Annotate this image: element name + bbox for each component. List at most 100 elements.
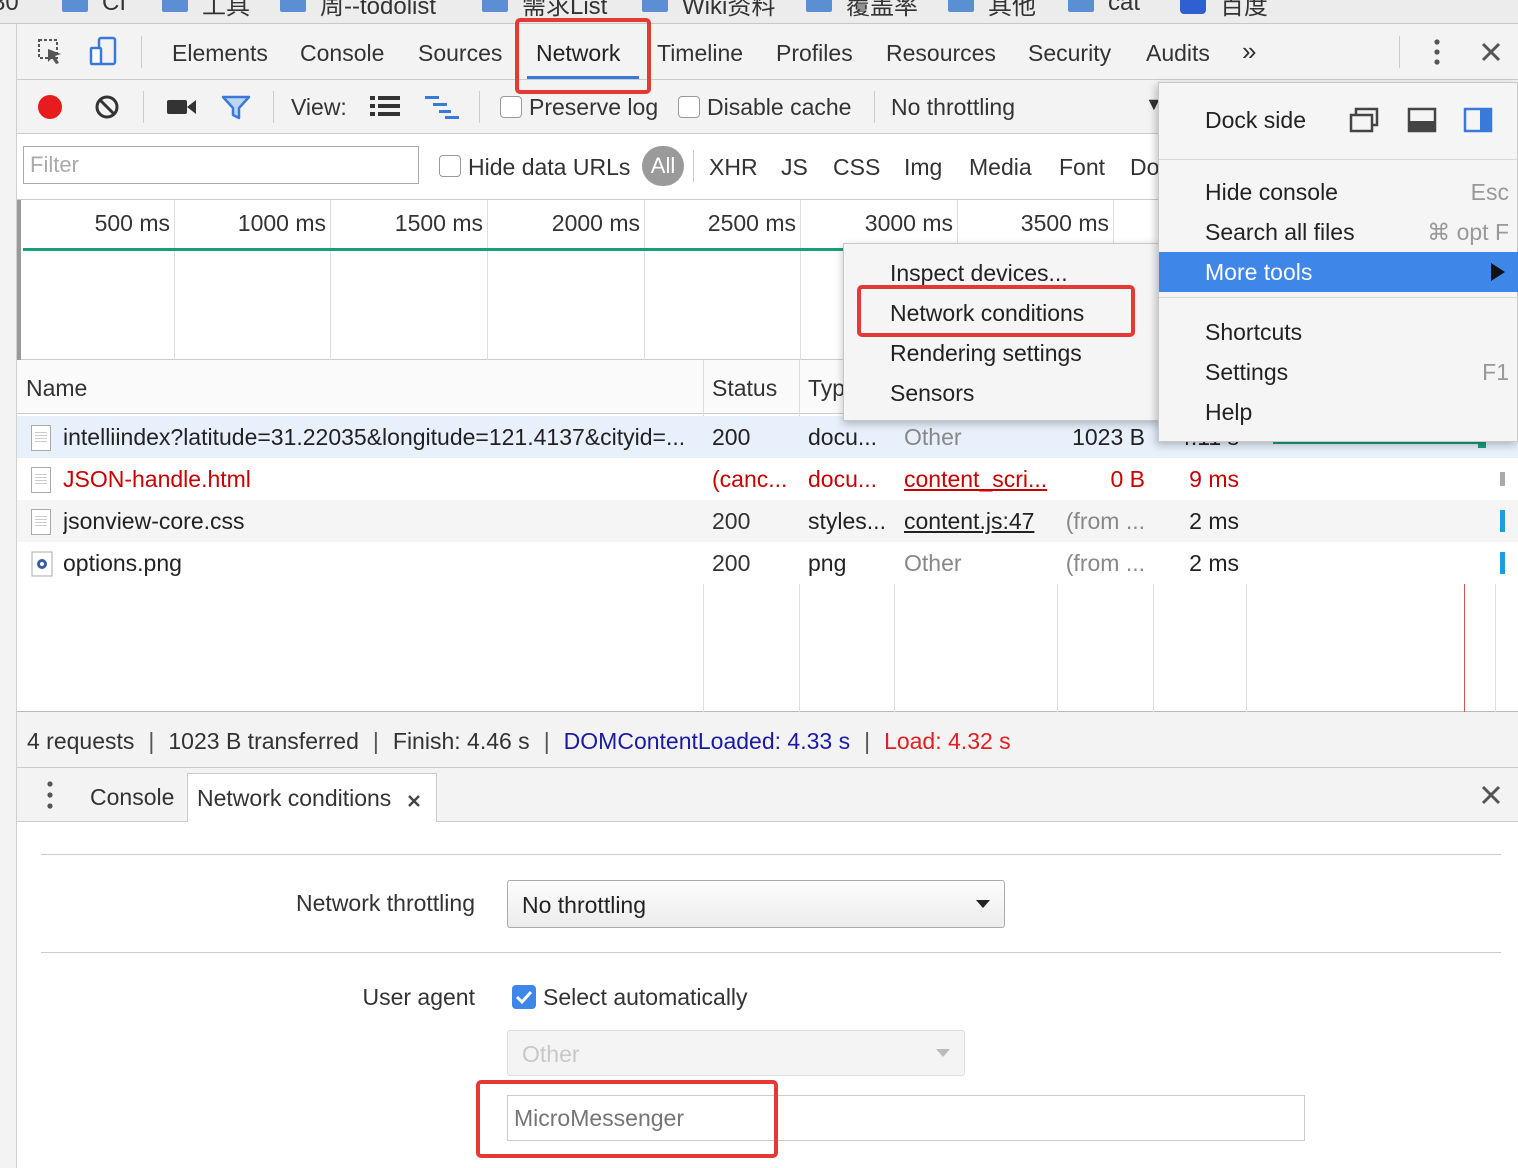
select-automatically-checkbox[interactable] <box>512 985 536 1009</box>
bookmark-requirements[interactable]: 需求List <box>482 0 607 20</box>
menu-item-inspect-devices[interactable]: Inspect devices... <box>844 253 1160 293</box>
dock-bottom-icon[interactable] <box>1407 107 1437 133</box>
user-agent-input[interactable] <box>507 1095 1305 1141</box>
summary-separator: | <box>864 728 871 754</box>
tab-elements[interactable]: Elements <box>172 24 268 80</box>
tab-sources[interactable]: Sources <box>418 24 502 80</box>
tab-timeline[interactable]: Timeline <box>657 24 743 80</box>
throttling-select[interactable]: No throttling <box>891 94 1015 121</box>
tab-network[interactable]: Network <box>536 24 620 80</box>
menu-item-shortcuts[interactable]: Shortcuts <box>1159 312 1518 352</box>
network-throttling-select[interactable]: No throttling <box>507 880 1005 928</box>
kebab-menu-icon[interactable] <box>1427 38 1447 66</box>
summary-separator: | <box>543 728 550 754</box>
menu-item-rendering-settings[interactable]: Rendering settings <box>844 333 1160 373</box>
request-type: styles... <box>808 508 886 534</box>
request-status: (canc... <box>712 466 788 492</box>
folder-icon <box>642 0 668 12</box>
bookmark-cat[interactable]: cat <box>1068 0 1140 18</box>
tick-label: 3000 ms <box>864 210 953 236</box>
filter-type-img[interactable]: Img <box>904 154 942 181</box>
filter-type-font[interactable]: Font <box>1059 154 1105 181</box>
dock-right-icon[interactable] <box>1463 107 1493 133</box>
inspect-element-icon[interactable] <box>37 38 65 66</box>
drawer-tab-network-conditions[interactable]: Network conditions <box>187 773 437 823</box>
filter-type-all[interactable]: All <box>642 146 684 186</box>
drawer-tab-console[interactable]: Console <box>90 768 174 824</box>
filter-type-xhr[interactable]: XHR <box>709 154 758 181</box>
bookmark-coverage[interactable]: 覆盖率 <box>806 0 918 20</box>
request-initiator: Other <box>904 550 962 576</box>
table-row[interactable]: JSON-handle.html (canc... docu... conten… <box>17 458 1518 500</box>
tick-label: 500 ms <box>94 210 170 236</box>
tab-console[interactable]: Console <box>300 24 384 80</box>
column-header-status[interactable]: Status <box>703 360 777 414</box>
summary-separator: | <box>372 728 379 754</box>
waterfall-bar <box>1500 472 1505 486</box>
bookmark-todolist[interactable]: 周--todolist <box>280 0 436 20</box>
filter-type-doc[interactable]: Doc <box>1130 154 1158 181</box>
request-size: 0 B <box>1110 466 1145 492</box>
menu-item-hide-console[interactable]: Hide console Esc <box>1159 172 1518 212</box>
table-row[interactable]: options.png 200 png Other (from ... 2 ms <box>17 542 1518 584</box>
record-icon[interactable] <box>36 93 64 121</box>
filter-type-js[interactable]: JS <box>781 154 808 181</box>
column-header-type[interactable]: Type <box>799 360 845 414</box>
disable-cache-checkbox[interactable] <box>678 96 700 118</box>
close-drawer-icon[interactable] <box>1480 784 1502 806</box>
bookmark-80[interactable]: 80 <box>0 0 19 18</box>
drawer-menu-icon[interactable] <box>41 780 59 810</box>
menu-item-help[interactable]: Help <box>1159 392 1518 432</box>
capture-screenshots-icon[interactable] <box>167 97 197 117</box>
close-devtools-icon[interactable] <box>1480 41 1502 63</box>
filter-icon[interactable] <box>221 95 251 121</box>
grid-line <box>487 200 488 360</box>
menu-item-network-conditions[interactable]: Network conditions <box>844 293 1160 333</box>
dropdown-arrow-icon <box>936 1049 950 1057</box>
hide-data-urls-checkbox[interactable] <box>439 155 461 177</box>
table-row[interactable]: jsonview-core.css 200 styles... content.… <box>17 500 1518 542</box>
filter-type-css[interactable]: CSS <box>833 154 880 181</box>
overview-left-handle[interactable] <box>17 200 21 360</box>
menu-item-more-tools[interactable]: More tools <box>1159 252 1518 292</box>
bookmark-wiki[interactable]: Wiki资料 <box>642 0 775 20</box>
preserve-log-checkbox[interactable] <box>500 96 522 118</box>
column-header-name[interactable]: Name <box>17 360 87 414</box>
device-mode-icon[interactable] <box>89 36 119 68</box>
network-summary-bar: 4 requests | 1023 B transferred | Finish: 4.… <box>17 712 1518 768</box>
request-type: png <box>808 550 847 576</box>
bookmark-other[interactable]: 其他 <box>948 0 1036 20</box>
clear-icon[interactable] <box>94 94 120 120</box>
dropdown-arrow-icon <box>976 900 990 908</box>
menu-item-search-all-files[interactable]: Search all files ⌘ opt F <box>1159 212 1518 252</box>
toolbar-divider <box>141 36 142 68</box>
filter-input[interactable] <box>23 146 419 184</box>
folder-icon <box>1068 0 1094 12</box>
tick-label: 1000 ms <box>237 210 326 236</box>
request-count: 4 requests <box>27 728 135 754</box>
undock-icon[interactable] <box>1349 107 1379 133</box>
request-time: 2 ms <box>1189 550 1239 576</box>
bookmark-ci[interactable]: CI <box>62 0 126 18</box>
menu-item-settings[interactable]: Settings F1 <box>1159 352 1518 392</box>
request-initiator-link[interactable]: content_scri... <box>904 458 1054 500</box>
request-initiator-link[interactable]: content.js:47 <box>904 500 1054 542</box>
large-rows-icon[interactable] <box>370 95 400 117</box>
menu-item-sensors[interactable]: Sensors <box>844 373 1160 413</box>
checkmark-icon <box>515 990 533 1005</box>
tab-profiles[interactable]: Profiles <box>776 24 853 80</box>
folder-icon <box>806 0 832 12</box>
tab-security[interactable]: Security <box>1028 24 1111 80</box>
close-tab-icon[interactable] <box>406 793 422 809</box>
tab-resources[interactable]: Resources <box>886 24 996 80</box>
bookmark-tools[interactable]: 工具 <box>162 0 250 20</box>
bookmark-baidu[interactable]: 百度 <box>1180 0 1268 20</box>
person-icon <box>1180 0 1206 14</box>
more-tabs-chevron-icon[interactable]: » <box>1242 24 1256 80</box>
overview-waterfall-icon[interactable] <box>425 95 459 119</box>
filter-type-media[interactable]: Media <box>969 154 1032 181</box>
toolbar-divider <box>1399 36 1400 68</box>
grid-line <box>644 200 645 360</box>
view-label: View: <box>291 94 347 120</box>
tab-audits[interactable]: Audits <box>1146 24 1210 80</box>
